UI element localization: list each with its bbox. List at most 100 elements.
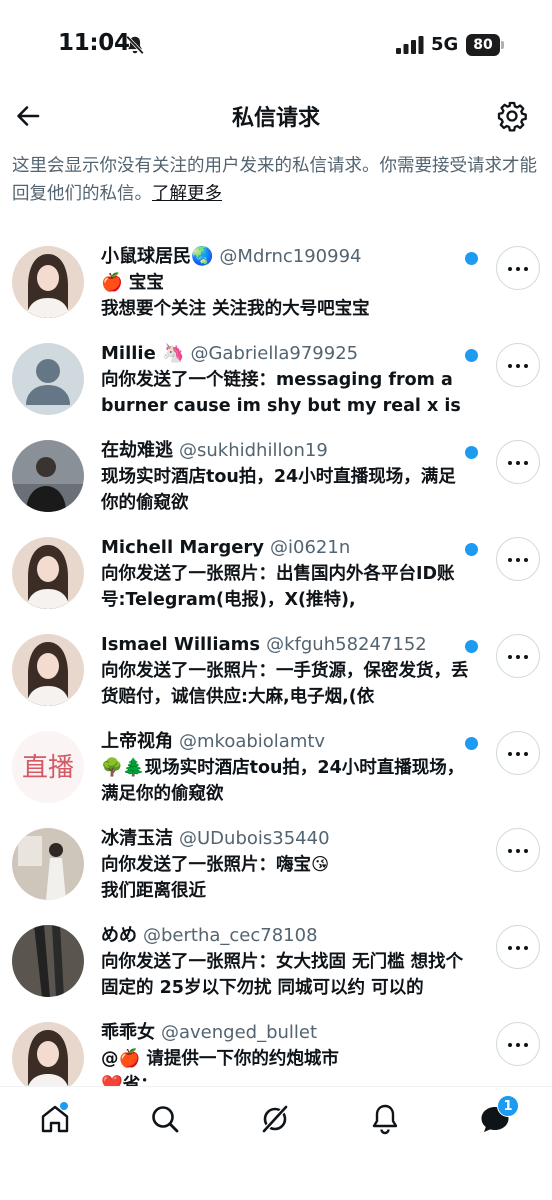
- more-options-button[interactable]: [496, 537, 540, 581]
- message-preview: 向你发送了一张照片：出售国内外各平台ID账号:Telegram(电报)，X(推特…: [101, 564, 455, 610]
- avatar[interactable]: [12, 440, 84, 512]
- avatar[interactable]: [12, 828, 84, 900]
- request-row[interactable]: 乖乖女 @avenged_bullet @🍎 请提供一下你的约炮城市 ❤️省：: [0, 1012, 552, 1086]
- battery-level: 80: [466, 34, 500, 56]
- learn-more-link[interactable]: 了解更多: [152, 184, 222, 204]
- dot-icon: [524, 1043, 528, 1047]
- sender-name: 冰清玉洁: [101, 828, 173, 849]
- dot-icon: [524, 461, 528, 465]
- sender-name: 小鼠球居民🌏: [101, 246, 214, 267]
- avatar[interactable]: [12, 925, 84, 997]
- more-options-button[interactable]: [496, 440, 540, 484]
- message-preview: 向你发送了一张照片：嗨宝😘 我们距离很近: [101, 855, 330, 901]
- sender-handle: @mkoabiolamtv: [179, 731, 326, 752]
- nav-home[interactable]: [37, 1101, 73, 1137]
- home-notification-dot: [59, 1101, 69, 1111]
- request-row[interactable]: Michell Margery @i0621n 向你发送了一张照片：出售国内外各平台…: [0, 527, 552, 624]
- dot-icon: [516, 849, 520, 853]
- request-row[interactable]: 直播 上帝视角 @mkoabiolamtv 🌳🌲现场实时酒店tou拍，24小时直播现场…: [0, 721, 552, 818]
- unread-dot: [465, 349, 478, 362]
- sender-handle: @kfguh58247152: [266, 634, 427, 655]
- sender-line: めめ @bertha_cec78108: [101, 923, 461, 949]
- nav-notifications[interactable]: [367, 1101, 403, 1137]
- message-preview: 现场实时酒店tou拍，24小时直播现场，满足你的偷窥欲: [101, 467, 456, 513]
- request-row[interactable]: 小鼠球居民🌏 @Mdrnc190994 🍎 宝宝 我想要个关注 关注我的大号吧宝宝: [0, 236, 552, 333]
- nav-grok[interactable]: [257, 1101, 293, 1137]
- sender-line: Millie 🦄 @Gabriella979925: [101, 341, 461, 367]
- dot-icon: [524, 849, 528, 853]
- more-options-button[interactable]: [496, 1022, 540, 1066]
- avatar[interactable]: [12, 1022, 84, 1086]
- unread-dot: [465, 446, 478, 459]
- dot-icon: [524, 267, 528, 271]
- dot-icon: [508, 461, 512, 465]
- sender-handle: @i0621n: [270, 537, 351, 558]
- messages-badge: 1: [497, 1095, 519, 1117]
- dot-icon: [524, 946, 528, 950]
- more-options-button[interactable]: [496, 343, 540, 387]
- dot-icon: [516, 558, 520, 562]
- sender-name: 上帝视角: [101, 731, 173, 752]
- dot-icon: [508, 946, 512, 950]
- request-row[interactable]: Millie 🦄 @Gabriella979925 向你发送了一个链接：messag…: [0, 333, 552, 430]
- request-row[interactable]: 冰清玉洁 @UDubois35440 向你发送了一张照片：嗨宝😘 我们距离很近: [0, 818, 552, 915]
- unread-dot: [465, 737, 478, 750]
- sender-name: Michell Margery: [101, 537, 265, 558]
- sender-line: Ismael Williams @kfguh58247152: [101, 632, 461, 658]
- gear-icon[interactable]: [496, 100, 528, 132]
- dot-icon: [508, 849, 512, 853]
- unread-dot: [465, 252, 478, 265]
- more-options-button[interactable]: [496, 246, 540, 290]
- battery-indicator: 80: [466, 34, 504, 56]
- dot-icon: [508, 364, 512, 368]
- status-time: 11:04: [58, 30, 130, 56]
- message-preview: 向你发送了一个链接：messaging from a burner cause …: [101, 370, 461, 416]
- nav-search[interactable]: [147, 1101, 183, 1137]
- dot-icon: [508, 752, 512, 756]
- dot-icon: [524, 752, 528, 756]
- sender-name: Millie 🦄: [101, 343, 185, 364]
- avatar[interactable]: [12, 246, 84, 318]
- sender-name: めめ: [101, 925, 137, 946]
- nav-messages[interactable]: 1: [477, 1095, 519, 1137]
- header: 私信请求: [0, 90, 552, 142]
- dot-icon: [516, 1043, 520, 1047]
- request-row[interactable]: めめ @bertha_cec78108 向你发送了一张照片：女大找固 无门槛 想找个…: [0, 915, 552, 1012]
- battery-cap: [501, 41, 504, 49]
- request-list: 小鼠球居民🌏 @Mdrnc190994 🍎 宝宝 我想要个关注 关注我的大号吧宝宝 M…: [0, 236, 552, 1086]
- request-row[interactable]: Ismael Williams @kfguh58247152 向你发送了一张照片：一…: [0, 624, 552, 721]
- dot-icon: [524, 655, 528, 659]
- avatar[interactable]: [12, 634, 84, 706]
- sender-line: 小鼠球居民🌏 @Mdrnc190994: [101, 244, 461, 270]
- avatar[interactable]: [12, 537, 84, 609]
- bottom-nav: 1: [0, 1086, 552, 1200]
- more-options-button[interactable]: [496, 731, 540, 775]
- sender-line: Michell Margery @i0621n: [101, 535, 461, 561]
- dot-icon: [516, 267, 520, 271]
- avatar[interactable]: [12, 343, 84, 415]
- sender-name: 在劫难逃: [101, 440, 173, 461]
- dot-icon: [508, 1043, 512, 1047]
- dot-icon: [508, 558, 512, 562]
- sender-handle: @avenged_bullet: [161, 1022, 318, 1043]
- sender-name: Ismael Williams: [101, 634, 261, 655]
- dot-icon: [524, 364, 528, 368]
- more-options-button[interactable]: [496, 828, 540, 872]
- request-row[interactable]: 在劫难逃 @sukhidhillon19 现场实时酒店tou拍，24小时直播现场，满…: [0, 430, 552, 527]
- avatar[interactable]: 直播: [12, 731, 84, 803]
- dot-icon: [524, 558, 528, 562]
- dot-icon: [516, 364, 520, 368]
- sender-handle: @Mdrnc190994: [219, 246, 362, 267]
- dot-icon: [508, 267, 512, 271]
- sender-handle: @UDubois35440: [179, 828, 330, 849]
- bell-icon: [372, 1104, 398, 1135]
- message-preview: 向你发送了一张照片：一手货源，保密发货，丢货赔付，诚信供应:大麻,电子烟,(依: [101, 661, 469, 707]
- dot-icon: [516, 655, 520, 659]
- sender-line: 在劫难逃 @sukhidhillon19: [101, 438, 461, 464]
- more-options-button[interactable]: [496, 925, 540, 969]
- sender-handle: @sukhidhillon19: [179, 440, 328, 461]
- dot-icon: [516, 461, 520, 465]
- info-description: 这里会显示你没有关注的用户发来的私信请求。你需要接受请求才能回复他们的私信。: [12, 156, 537, 204]
- sender-handle: @Gabriella979925: [190, 343, 359, 364]
- more-options-button[interactable]: [496, 634, 540, 678]
